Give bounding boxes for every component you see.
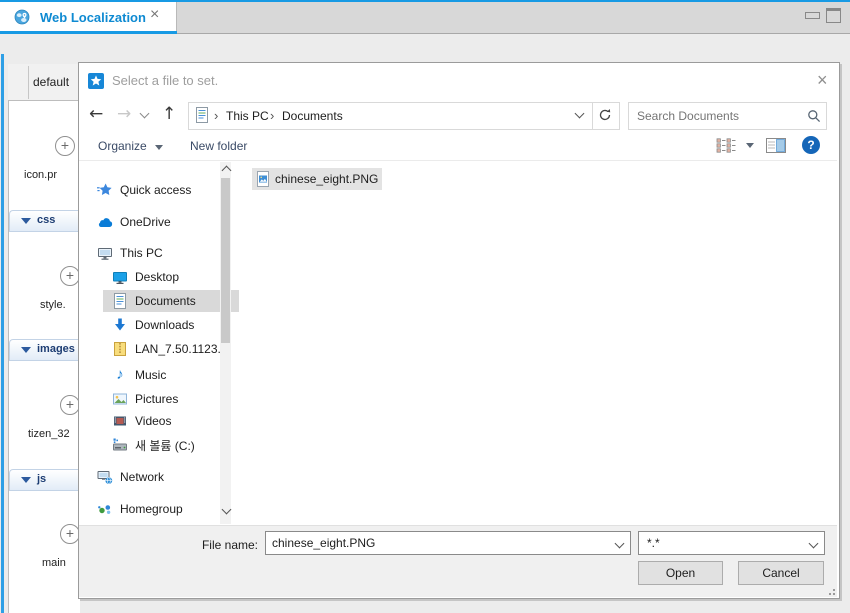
add-image-button[interactable]: + <box>55 136 75 156</box>
file-type-value: *.* <box>639 536 802 550</box>
refresh-icon <box>598 108 612 122</box>
organize-button[interactable]: Organize <box>98 139 163 153</box>
open-button[interactable]: Open <box>638 561 723 585</box>
tree-item-videos[interactable]: Videos <box>85 410 258 432</box>
collapse-triangle-icon <box>21 218 31 224</box>
file-item-chinese-eight[interactable]: chinese_eight.PNG <box>252 168 382 190</box>
tree-item-label: 새 볼륨 (C:) <box>135 437 195 454</box>
cancel-button[interactable]: Cancel <box>738 561 824 585</box>
tree-item-label: Homegroup <box>120 502 183 516</box>
forward-icon: → <box>117 104 131 124</box>
up-icon[interactable]: ↑ <box>162 104 176 124</box>
documents-icon <box>112 293 128 309</box>
window-minimize-icon[interactable] <box>805 12 820 19</box>
scrollbar-thumb[interactable] <box>221 178 230 343</box>
file-name-field-label: File name: <box>196 538 258 552</box>
tree-item-desktop[interactable]: Desktop <box>85 266 258 288</box>
organize-label: Organize <box>98 139 147 153</box>
this-pc-icon <box>97 245 113 261</box>
app-tab-title: Web Localization <box>40 10 146 25</box>
globe-icon <box>14 9 30 25</box>
breadcrumb-this-pc[interactable]: This PC <box>226 109 269 123</box>
active-tab-underline <box>0 31 177 34</box>
collapse-triangle-icon <box>21 477 31 483</box>
onedrive-icon <box>97 214 113 230</box>
dialog-close-icon[interactable]: × <box>817 70 828 91</box>
tree-item-label: Videos <box>135 414 171 428</box>
tree-item-lan-zip[interactable]: LAN_7.50.1123. <box>85 338 258 360</box>
section-js[interactable]: js <box>9 469 80 491</box>
collapse-triangle-icon <box>21 347 31 353</box>
tree-item-local-disk[interactable]: 새 볼륨 (C:) <box>85 434 258 456</box>
section-css[interactable]: css <box>9 210 80 232</box>
screen: Web Localization × default + icon.pr css… <box>0 0 850 613</box>
thumb-label-style: style. <box>40 299 78 311</box>
preview-pane-icon[interactable] <box>766 138 786 158</box>
tizen-dialog-icon <box>88 73 104 89</box>
tree-item-label: OneDrive <box>120 215 171 229</box>
tree-item-label: Downloads <box>135 318 194 332</box>
thumb-label-icon: icon.pr <box>24 169 78 181</box>
tree-item-pictures[interactable]: Pictures <box>85 388 258 410</box>
zip-file-icon <box>112 341 128 357</box>
resize-grip[interactable] <box>826 586 835 595</box>
file-type-dropdown-chevron-icon[interactable] <box>802 540 824 547</box>
tree-item-downloads[interactable]: Downloads <box>85 314 258 336</box>
change-view-icon[interactable] <box>716 138 737 158</box>
window-maximize-icon[interactable] <box>826 8 841 23</box>
toolbar-separator <box>79 160 837 161</box>
breadcrumb-documents[interactable]: Documents <box>282 109 343 123</box>
tree-item-label: Documents <box>135 294 196 308</box>
organize-caret-icon <box>155 145 163 150</box>
homegroup-icon <box>97 501 113 517</box>
png-file-icon <box>256 171 270 187</box>
file-name-label: chinese_eight.PNG <box>275 172 378 186</box>
section-images[interactable]: images <box>9 339 80 361</box>
tree-item-label: Desktop <box>135 270 179 284</box>
back-icon[interactable]: ← <box>89 104 103 124</box>
quick-access-icon <box>97 182 113 198</box>
tree-item-label: Quick access <box>120 183 191 197</box>
breadcrumb-separator: › <box>214 108 218 123</box>
thumb-label-main: main <box>42 557 78 569</box>
add-css-button[interactable]: + <box>60 266 80 286</box>
downloads-icon <box>112 317 128 333</box>
panel-focus-stripe <box>1 54 4 613</box>
drive-icon <box>112 437 128 453</box>
network-icon <box>97 469 113 485</box>
tree-item-label: Music <box>135 368 166 382</box>
panel-tab-separator <box>28 66 29 99</box>
section-images-label: images <box>37 343 75 355</box>
search-input[interactable] <box>629 109 802 123</box>
new-folder-button[interactable]: New folder <box>190 139 247 153</box>
music-icon: ♪ <box>112 367 128 383</box>
documents-address-icon <box>195 107 209 123</box>
section-css-label: css <box>37 214 55 226</box>
tree-item-music[interactable]: ♪ Music <box>85 364 258 386</box>
tree-item-documents[interactable]: Documents <box>103 290 239 312</box>
file-name-combo[interactable] <box>265 531 631 555</box>
search-icon[interactable] <box>802 109 826 123</box>
search-box[interactable] <box>628 102 827 130</box>
view-caret-icon[interactable] <box>746 143 754 148</box>
file-name-dropdown-chevron-icon[interactable] <box>608 540 630 547</box>
section-js-label: js <box>37 473 46 485</box>
add-js-button[interactable]: + <box>60 524 80 544</box>
tree-item-label: This PC <box>120 246 163 260</box>
help-icon[interactable]: ? <box>802 136 820 154</box>
pictures-icon <box>112 391 128 407</box>
file-type-combo[interactable]: *.* <box>638 531 825 555</box>
dialog-title: Select a file to set. <box>112 73 218 88</box>
file-name-input[interactable] <box>266 536 608 550</box>
tab-close-icon[interactable]: × <box>150 6 159 24</box>
tree-item-label: LAN_7.50.1123. <box>135 342 221 356</box>
breadcrumb-separator: › <box>270 108 274 123</box>
tree-item-label: Network <box>120 470 164 484</box>
add-images-button[interactable]: + <box>60 395 80 415</box>
tree-item-label: Pictures <box>135 392 178 406</box>
desktop-icon <box>112 269 128 285</box>
videos-icon <box>112 413 128 429</box>
tab-default[interactable]: default <box>33 75 69 89</box>
thumb-label-tizen: tizen_32 <box>28 428 78 440</box>
